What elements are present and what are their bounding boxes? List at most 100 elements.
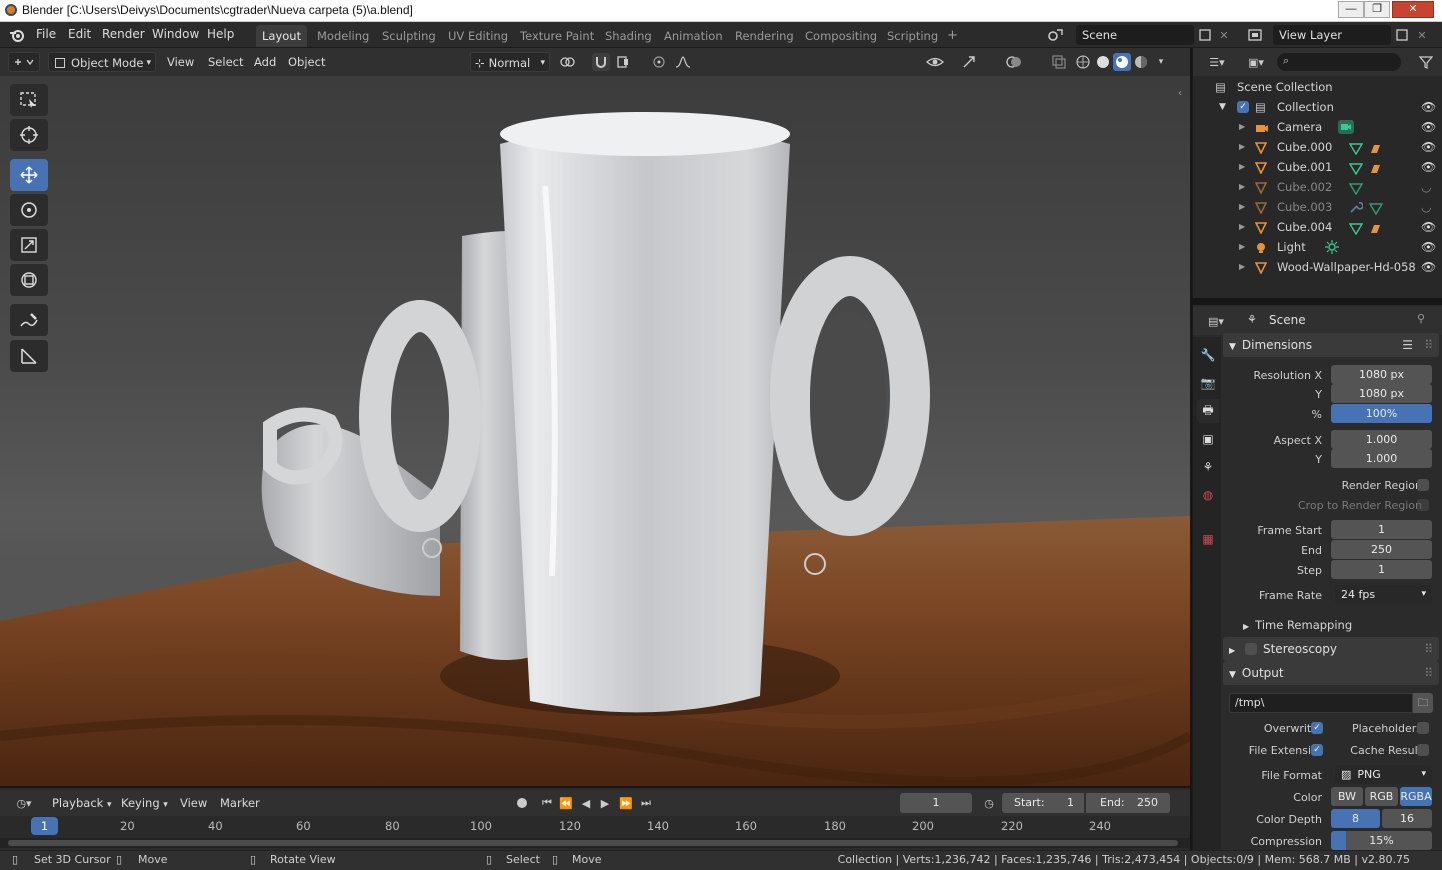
expand-arrow-icon[interactable]: ▶ bbox=[1239, 137, 1245, 157]
view-layer-icon[interactable] bbox=[1246, 26, 1264, 44]
eye-closed-icon[interactable]: ◡ bbox=[1421, 197, 1431, 217]
menu-edit[interactable]: Edit bbox=[68, 27, 91, 41]
expand-arrow-icon[interactable]: ▶ bbox=[1239, 157, 1245, 177]
gizmo-toggle-icon[interactable] bbox=[960, 53, 978, 71]
eye-icon[interactable]: 👁 bbox=[1421, 117, 1436, 137]
viewport-menu-object[interactable]: Object bbox=[284, 52, 329, 72]
file-extensions-checkbox[interactable]: ✓ bbox=[1311, 744, 1323, 756]
sidebar-toggle-icon[interactable]: ‹ bbox=[1178, 88, 1182, 99]
menu-window[interactable]: Window bbox=[152, 27, 199, 41]
stereoscopy-panel-header[interactable]: ▶ Stereoscopy ⠿ bbox=[1223, 637, 1439, 661]
tool-settings-tab-icon[interactable]: 🔧 bbox=[1197, 343, 1219, 367]
eye-icon[interactable]: 👁 bbox=[1421, 157, 1436, 177]
3d-viewport[interactable]: ‹ bbox=[0, 76, 1190, 786]
tab-texture-paint[interactable]: Texture Paint bbox=[514, 25, 600, 47]
delete-scene-icon[interactable]: ✕ bbox=[1215, 26, 1233, 44]
wireframe-shading-icon[interactable] bbox=[1074, 53, 1092, 71]
annotate-tool[interactable] bbox=[10, 304, 48, 336]
playhead-frame-indicator[interactable]: 1 bbox=[31, 817, 58, 835]
transform-orientation-dropdown[interactable]: ⊹ Normal ▾ bbox=[470, 52, 550, 72]
jump-to-end-icon[interactable]: ⏭ bbox=[637, 794, 655, 812]
overlays-toggle-icon[interactable] bbox=[1005, 53, 1023, 71]
cursor-tool[interactable] bbox=[10, 119, 48, 151]
tab-uv-editing[interactable]: UV Editing bbox=[442, 25, 514, 47]
drag-handle-icon[interactable]: ⠿ bbox=[1424, 637, 1433, 661]
jump-to-start-icon[interactable]: ⏮ bbox=[538, 794, 556, 812]
texture-tab-icon[interactable]: ▦ bbox=[1197, 527, 1219, 551]
cache-result-checkbox[interactable] bbox=[1417, 744, 1429, 756]
frame-step-field[interactable]: 1 bbox=[1331, 560, 1432, 579]
rendered-shading-icon[interactable] bbox=[1132, 53, 1150, 71]
overwrite-checkbox[interactable]: ✓ bbox=[1311, 722, 1323, 734]
color-rgb-option[interactable]: RGB bbox=[1365, 787, 1398, 806]
frame-rate-dropdown[interactable]: 24 fps ▾ bbox=[1335, 585, 1432, 604]
tab-modeling[interactable]: Modeling bbox=[311, 25, 375, 47]
pivot-point-icon[interactable] bbox=[558, 53, 576, 71]
menu-file[interactable]: File bbox=[36, 27, 56, 41]
tab-sculpting[interactable]: Sculpting bbox=[376, 25, 442, 47]
tab-rendering[interactable]: Rendering bbox=[729, 25, 800, 47]
tab-scripting[interactable]: Scripting bbox=[881, 25, 944, 47]
properties-editor-type-icon[interactable]: ▤▾ bbox=[1201, 312, 1231, 330]
current-frame-field[interactable]: 1 bbox=[900, 793, 972, 813]
view-layer-field[interactable]: View Layer bbox=[1273, 25, 1391, 45]
outliner-search-input[interactable]: ⌕ bbox=[1277, 53, 1401, 71]
add-workspace-button[interactable]: + bbox=[941, 25, 964, 47]
select-box-tool[interactable] bbox=[10, 84, 48, 116]
outliner-editor-type-icon[interactable]: ☰▾ bbox=[1201, 53, 1233, 71]
measure-tool[interactable] bbox=[10, 340, 48, 372]
color-rgba-option[interactable]: RGBA bbox=[1400, 787, 1432, 806]
snap-toggle-icon[interactable] bbox=[592, 53, 610, 71]
close-window-button[interactable]: ✕ bbox=[1392, 1, 1434, 18]
collection-checkbox[interactable]: ✓ bbox=[1237, 101, 1249, 113]
preview-range-icon[interactable]: ◷ bbox=[980, 794, 998, 812]
timeline-menu-playback[interactable]: Playback ▾ bbox=[48, 793, 116, 813]
material-preview-shading-icon[interactable] bbox=[1113, 53, 1131, 71]
timeline-menu-view[interactable]: View bbox=[176, 793, 211, 813]
dimensions-panel-header[interactable]: ▼ Dimensions ☰ ⠿ bbox=[1223, 333, 1439, 357]
move-tool[interactable] bbox=[10, 159, 48, 191]
outliner-item[interactable]: ▶ Camera 👁 bbox=[1193, 117, 1442, 137]
outliner-item[interactable]: ▶ Cube.004 👁 bbox=[1193, 217, 1442, 237]
expand-arrow-icon[interactable]: ▶ bbox=[1239, 177, 1245, 197]
outliner-item[interactable]: ▶ Wood-Wallpaper-Hd-058 👁 bbox=[1193, 257, 1442, 277]
play-icon[interactable]: ▶ bbox=[596, 794, 614, 812]
eye-icon[interactable]: 👁 bbox=[1421, 237, 1436, 257]
aspect-y-field[interactable]: 1.000 bbox=[1331, 449, 1432, 468]
editor-type-icon[interactable] bbox=[8, 52, 40, 72]
solid-shading-icon[interactable] bbox=[1094, 53, 1112, 71]
delete-view-layer-icon[interactable]: ✕ bbox=[1413, 26, 1431, 44]
blender-menu-icon[interactable] bbox=[8, 26, 26, 44]
proportional-edit-icon[interactable] bbox=[650, 53, 668, 71]
eye-icon[interactable]: 👁 bbox=[1421, 97, 1436, 117]
viewport-menu-view[interactable]: View bbox=[163, 52, 198, 72]
snap-target-icon[interactable] bbox=[614, 53, 632, 71]
maximize-button[interactable]: ❐ bbox=[1364, 1, 1390, 18]
display-mode-icon[interactable]: ▣▾ bbox=[1241, 53, 1271, 71]
frame-start-field[interactable]: 1 bbox=[1331, 520, 1432, 539]
expand-arrow-icon[interactable]: ▶ bbox=[1239, 237, 1245, 257]
outliner-item[interactable]: ▶ Light 👁 bbox=[1193, 237, 1442, 257]
next-keyframe-icon[interactable]: ⏩ bbox=[617, 794, 635, 812]
resolution-y-field[interactable]: 1080 px bbox=[1331, 384, 1432, 403]
timeline-editor-type-icon[interactable]: ◷▾ bbox=[8, 794, 40, 812]
render-region-checkbox[interactable] bbox=[1417, 479, 1429, 491]
tab-animation[interactable]: Animation bbox=[658, 25, 729, 47]
new-scene-icon[interactable] bbox=[1196, 26, 1214, 44]
timeline-scrollbar[interactable] bbox=[0, 838, 1190, 848]
eye-closed-icon[interactable]: ◡ bbox=[1421, 177, 1431, 197]
timeline-menu-keying[interactable]: Keying ▾ bbox=[117, 793, 172, 813]
folder-browse-icon[interactable]: 🗀 bbox=[1413, 693, 1433, 713]
world-tab-icon[interactable]: ◍ bbox=[1197, 483, 1219, 507]
resolution-x-field[interactable]: 1080 px bbox=[1331, 365, 1432, 384]
drag-handle-icon[interactable]: ⠿ bbox=[1424, 333, 1433, 357]
outliner-item[interactable]: ▶ Cube.002 ◡ bbox=[1193, 177, 1442, 197]
tab-layout[interactable]: Layout bbox=[256, 25, 308, 47]
scene-name-field[interactable]: Scene bbox=[1076, 25, 1194, 45]
viewport-menu-add[interactable]: Add bbox=[250, 52, 280, 72]
falloff-icon[interactable] bbox=[674, 53, 692, 71]
timeline-ruler[interactable]: 1 20 40 60 80 100 120 140 160 180 200 22… bbox=[0, 816, 1190, 838]
pin-icon[interactable]: ⚲ bbox=[1417, 312, 1425, 325]
transform-tool[interactable] bbox=[10, 264, 48, 296]
color-depth-8-option[interactable]: 8 bbox=[1331, 809, 1380, 828]
